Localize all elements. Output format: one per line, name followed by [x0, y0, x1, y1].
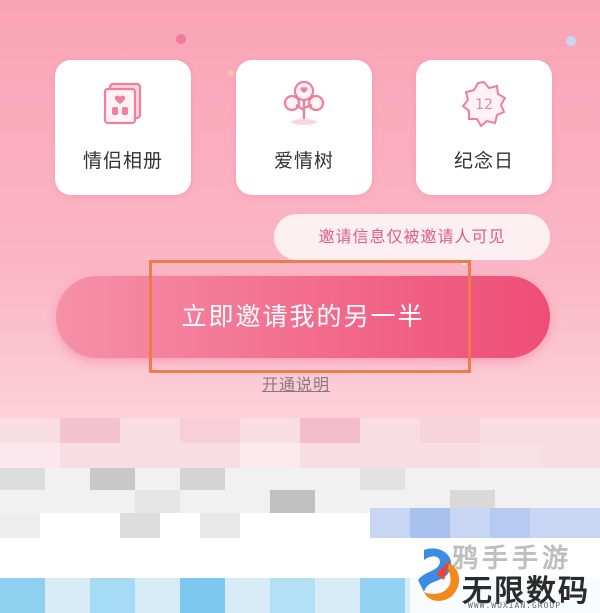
decor-dot — [176, 34, 186, 44]
feature-row: 情侣相册 爱情树 12 纪念日 — [0, 60, 600, 195]
watermark-url-text: WWW.WUXIAN.GROUP — [468, 601, 562, 610]
anniversary-badge-icon: 12 — [461, 80, 507, 128]
invite-privacy-tooltip: 邀请信息仅被邀请人可见 — [274, 214, 550, 266]
feature-card-anniversary[interactable]: 12 纪念日 — [416, 60, 552, 195]
activation-info-link[interactable]: 开通说明 — [262, 371, 330, 395]
photo-album-icon — [103, 82, 142, 125]
feature-card-couple-album[interactable]: 情侣相册 — [55, 60, 191, 195]
invite-partner-button[interactable]: 立即邀请我的另一半 — [56, 276, 550, 358]
feature-label: 情侣相册 — [82, 150, 163, 172]
love-tree-icon — [283, 80, 325, 125]
decor-dot — [566, 36, 576, 46]
feature-label: 纪念日 — [453, 150, 514, 172]
feature-card-love-tree[interactable]: 爱情树 — [236, 60, 372, 195]
feature-label: 爱情树 — [273, 150, 334, 172]
anniversary-badge-number: 12 — [475, 97, 493, 113]
